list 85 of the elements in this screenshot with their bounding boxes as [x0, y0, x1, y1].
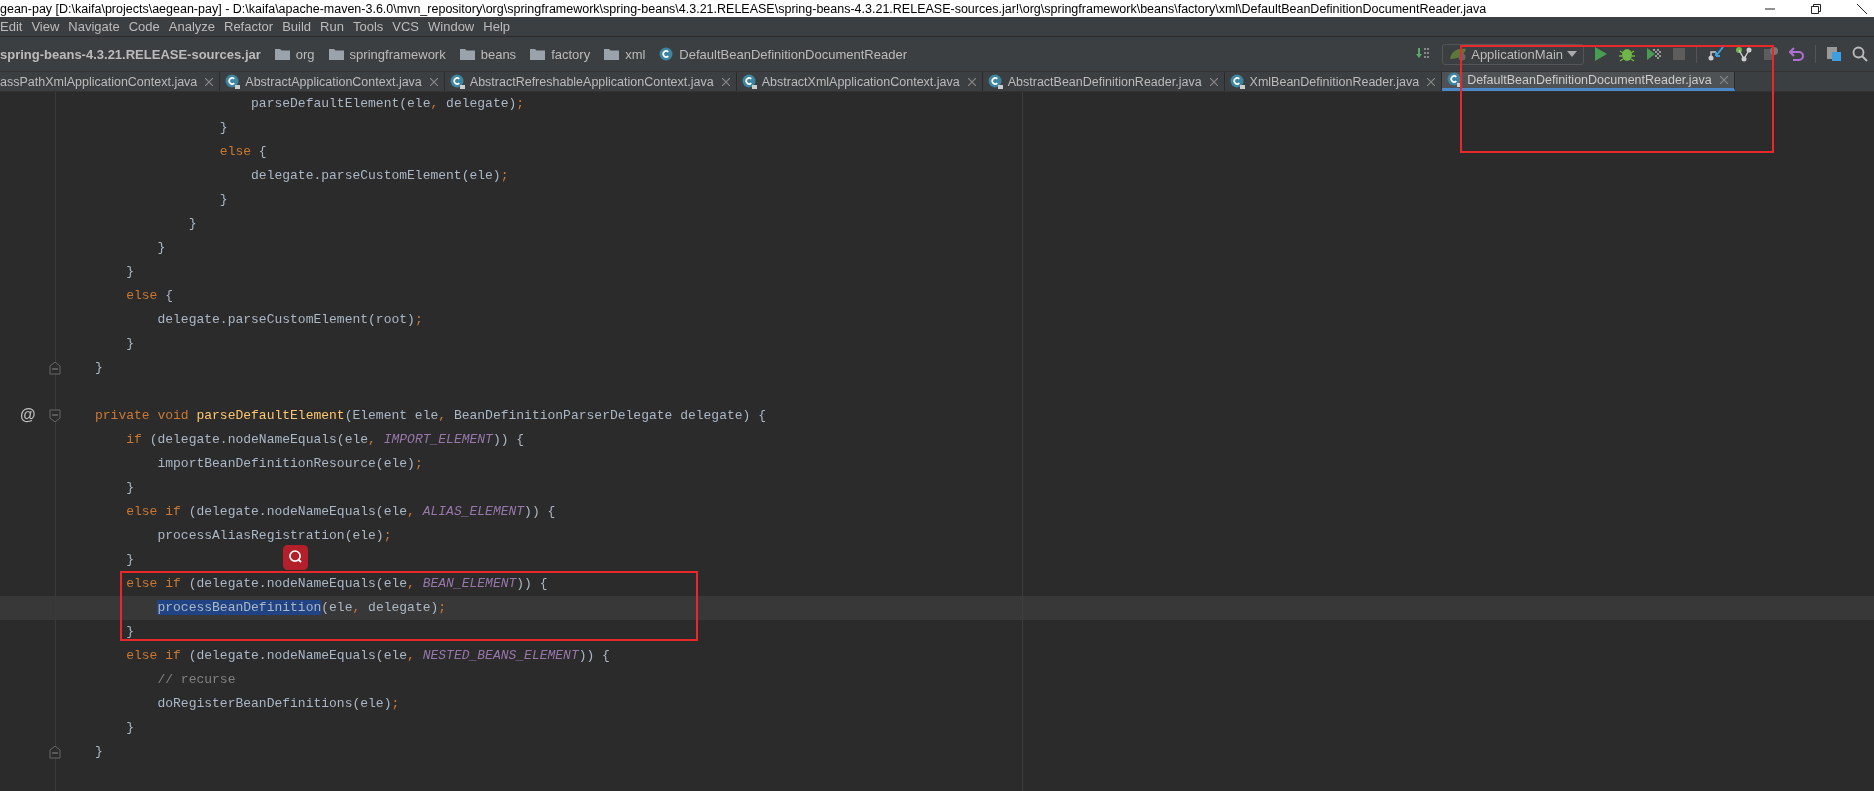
search-icon[interactable] — [1852, 46, 1868, 62]
editor-tab[interactable]: AbstractXmlApplicationContext.java — [736, 72, 983, 91]
menu-item[interactable]: Navigate — [68, 19, 120, 34]
fold-icon[interactable] — [49, 409, 61, 423]
class-icon — [741, 73, 758, 90]
window-title: gean-pay [D:\kaifa\projects\aegean-pay] - D:\kaifa\apache-maven-3.6.0\mvn_repository\org\springframework\spring-beans\4.3.21.RELEASE\spring-beans-4.3.21.RELEASE-sources.jar!\org\springframework\beans\factory\xml\DefaultBeanDefinitionDocumentReader.java — [0, 1, 1487, 16]
breadcrumb[interactable]: xml — [625, 46, 646, 62]
menu-item[interactable]: Window — [428, 19, 475, 34]
search-icon[interactable] — [283, 545, 308, 570]
code-line: } — [187, 215, 197, 233]
menu-item[interactable]: Run — [320, 19, 344, 34]
code-line: } — [125, 623, 135, 641]
code-line: else { — [125, 287, 174, 305]
menu-item[interactable]: VCS — [392, 19, 419, 34]
code-line: processAliasRegistration(ele); — [156, 527, 392, 545]
menu-item[interactable]: Build — [282, 19, 312, 34]
close-icon[interactable] — [1856, 2, 1868, 15]
menu-item[interactable]: Code — [128, 19, 160, 34]
code-line: else { — [218, 143, 267, 161]
editor-tab[interactable]: AbstractRefreshableApplicationContext.java — [444, 72, 737, 91]
class-icon — [987, 73, 1004, 90]
code-line: } — [125, 551, 135, 569]
menu-item[interactable]: Analyze — [168, 19, 215, 34]
override-marker[interactable]: @ — [20, 406, 36, 424]
code-line: } — [125, 263, 135, 281]
coverage-icon[interactable] — [1646, 46, 1662, 62]
stop-icon[interactable] — [1672, 47, 1686, 61]
vcs-commit-icon[interactable] — [1735, 46, 1753, 62]
code-line: else if (delegate.nodeNameEquals(ele, NESTED_BEANS_ELEMENT)) { — [125, 647, 610, 665]
editor-tab[interactable]: XmlBeanDefinitionReader.java — [1224, 72, 1443, 91]
code-line: importBeanDefinitionResource(ele); — [156, 455, 423, 473]
code-line: } — [125, 335, 135, 353]
fold-icon[interactable] — [49, 361, 61, 375]
history-icon[interactable] — [1763, 46, 1779, 62]
fold-icon[interactable] — [49, 745, 61, 759]
bug-icon[interactable] — [1618, 46, 1636, 62]
code-line: if (delegate.nodeNameEquals(ele, IMPORT_ELEMENT)) { — [125, 431, 525, 449]
run-configuration-dropdown[interactable]: ApplicationMain — [1442, 43, 1584, 65]
code-line: } — [125, 479, 135, 497]
vcs-update-icon[interactable] — [1707, 46, 1725, 62]
class-icon — [1229, 73, 1246, 90]
menu-item[interactable]: Edit — [0, 19, 23, 34]
folder-icon — [328, 48, 344, 60]
menu-item[interactable]: View — [31, 19, 60, 34]
code-line: } — [218, 191, 228, 209]
code-line: parseDefaultElement(ele, delegate); — [250, 95, 525, 113]
class-icon — [659, 47, 674, 61]
code-line: } — [156, 239, 166, 257]
editor-tab[interactable]: DefaultBeanDefinitionDocumentReader.java — [1442, 72, 1735, 91]
code-line: else if (delegate.nodeNameEquals(ele, BEAN_ELEMENT)) { — [125, 575, 548, 593]
editor-tab[interactable]: AbstractBeanDefinitionReader.java — [982, 72, 1225, 91]
breadcrumb[interactable]: springframework — [349, 46, 446, 62]
menu-item[interactable]: Help — [483, 19, 510, 34]
editor-tab[interactable]: assPathXmlApplicationContext.java — [0, 72, 221, 91]
breadcrumb[interactable]: spring-beans-4.3.21.RELEASE-sources.jar — [0, 46, 261, 62]
class-icon — [225, 73, 242, 90]
breadcrumb[interactable]: beans — [480, 46, 517, 62]
code-line: private void parseDefaultElement(Element ele, BeanDefinitionParserDelegate delegate) { — [95, 407, 766, 425]
code-line: else if (delegate.nodeNameEquals(ele, ALIAS_ELEMENT)) { — [125, 503, 556, 521]
code-line: delegate.parseCustomElement(root); — [156, 311, 423, 329]
editor-tab[interactable]: AbstractApplicationContext.java — [220, 72, 445, 91]
folder-icon — [274, 48, 290, 60]
menu-item[interactable]: Tools — [352, 19, 384, 34]
code-line: delegate.parseCustomElement(ele); — [250, 167, 509, 185]
folder-icon — [530, 48, 546, 60]
code-line: } — [95, 743, 103, 761]
folder-icon — [459, 48, 475, 60]
code-line: } — [125, 719, 135, 737]
revert-icon[interactable] — [1789, 46, 1805, 62]
code-line: processBeanDefinition(ele, delegate); — [156, 599, 447, 617]
code-line: } — [218, 119, 228, 137]
breadcrumb[interactable]: DefaultBeanDefinitionDocumentReader — [679, 46, 907, 62]
restore-icon[interactable] — [1810, 2, 1822, 15]
code-line: doRegisterBeanDefinitions(ele); — [156, 695, 400, 713]
code-line: // recurse — [156, 671, 236, 689]
project-structure-icon[interactable] — [1826, 46, 1842, 62]
caret-icon — [1567, 51, 1577, 57]
breadcrumb[interactable]: factory — [551, 46, 591, 62]
run-icon[interactable] — [1594, 46, 1608, 62]
code-line: } — [95, 359, 103, 377]
class-icon — [449, 73, 466, 90]
breadcrumb[interactable]: org — [295, 46, 315, 62]
menu-item[interactable]: Refactor — [224, 19, 274, 34]
folder-icon — [604, 48, 620, 60]
leaf-icon — [1449, 47, 1468, 61]
